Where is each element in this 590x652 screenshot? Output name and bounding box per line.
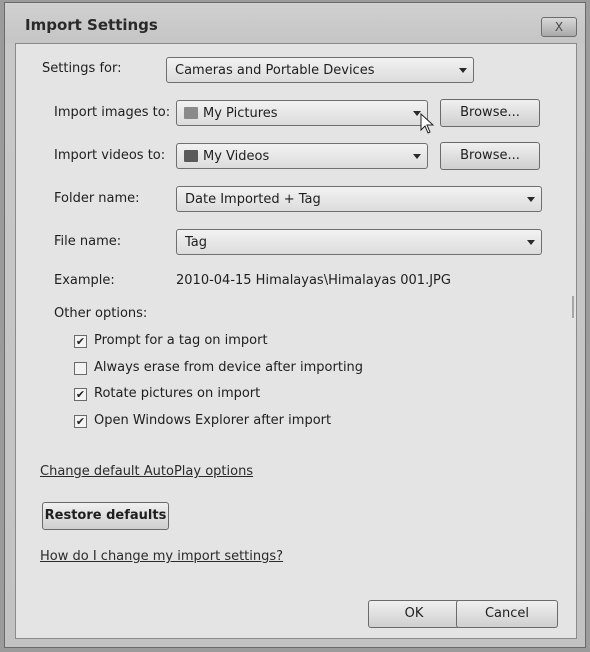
close-button[interactable]: X [541, 17, 577, 37]
scroll-indicator [572, 296, 574, 318]
folder-name-label: Folder name: [54, 191, 140, 206]
checkbox[interactable]: ✔ [74, 335, 87, 348]
dialog-body: Settings for: Cameras and Portable Devic… [15, 43, 577, 639]
title-bar: Import Settings X [5, 3, 585, 43]
browse-videos-button[interactable]: Browse... [440, 142, 540, 170]
chevron-down-icon [527, 197, 535, 202]
example-label: Example: [54, 273, 115, 288]
option-label: Open Windows Explorer after import [94, 413, 332, 428]
checkbox[interactable] [74, 362, 87, 375]
import-settings-dialog: Import Settings X Settings for: Cameras … [4, 2, 586, 648]
other-options-label: Other options: [54, 306, 148, 321]
import-videos-value: My Videos [203, 149, 270, 164]
mouse-pointer-icon [420, 113, 434, 134]
option-label: Prompt for a tag on import [94, 333, 268, 348]
file-name-label: File name: [54, 234, 122, 249]
file-name-dropdown[interactable]: Tag [176, 229, 542, 255]
import-images-dropdown[interactable]: My Pictures [176, 100, 428, 126]
import-videos-label: Import videos to: [54, 148, 166, 163]
cancel-button[interactable]: Cancel [456, 600, 558, 628]
checkbox[interactable]: ✔ [74, 415, 87, 428]
import-images-label: Import images to: [54, 105, 171, 120]
browse-images-button[interactable]: Browse... [440, 99, 540, 127]
settings-for-label: Settings for: [42, 61, 122, 76]
folder-name-value: Date Imported + Tag [185, 192, 321, 207]
file-name-value: Tag [185, 235, 208, 250]
option-label: Rotate pictures on import [94, 386, 261, 401]
change-autoplay-link[interactable]: Change default AutoPlay options [40, 464, 253, 479]
videos-folder-icon [184, 150, 198, 162]
import-images-value: My Pictures [203, 106, 278, 121]
close-icon: X [554, 20, 564, 34]
import-videos-dropdown[interactable]: My Videos [176, 143, 428, 169]
dialog-title: Import Settings [25, 16, 158, 34]
restore-defaults-button[interactable]: Restore defaults [42, 502, 169, 530]
settings-for-dropdown[interactable]: Cameras and Portable Devices [166, 57, 474, 83]
checkbox[interactable]: ✔ [74, 388, 87, 401]
help-import-settings-link[interactable]: How do I change my import settings? [40, 549, 283, 564]
pictures-folder-icon [184, 107, 198, 119]
chevron-down-icon [527, 240, 535, 245]
example-value: 2010-04-15 Himalayas\Himalayas 001.JPG [176, 273, 451, 288]
option-label: Always erase from device after importing [94, 360, 364, 375]
chevron-down-icon [459, 68, 467, 73]
folder-name-dropdown[interactable]: Date Imported + Tag [176, 186, 542, 212]
ok-button[interactable]: OK [368, 600, 460, 628]
settings-for-value: Cameras and Portable Devices [175, 63, 375, 78]
chevron-down-icon [413, 154, 421, 159]
